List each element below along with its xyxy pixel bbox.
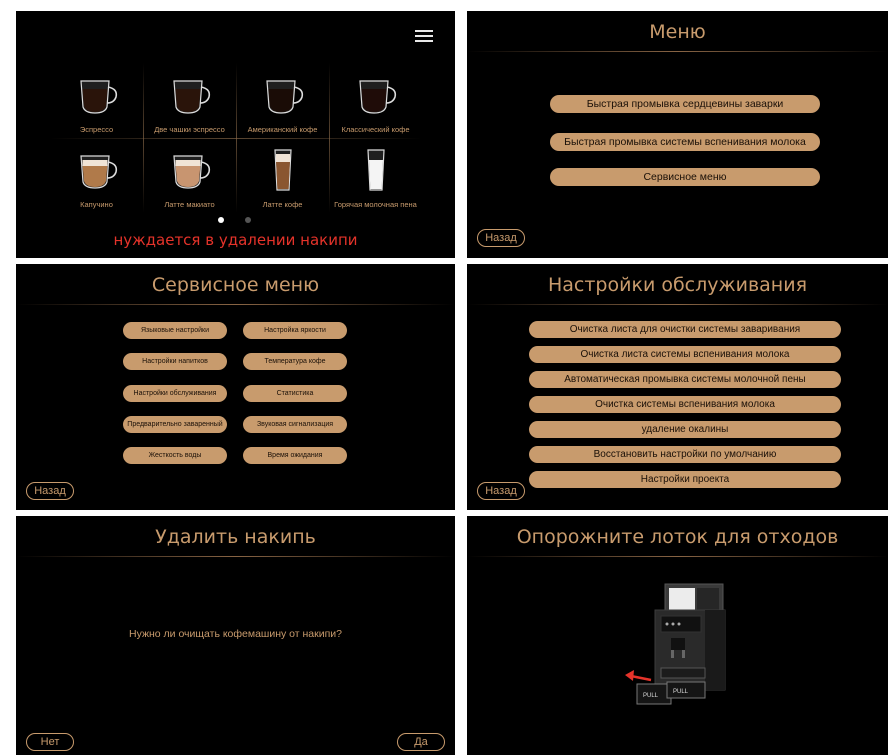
page-title: Опорожните лоток для отходов [516, 526, 839, 548]
drink-label: Латте макиато [164, 200, 215, 209]
cup-icon [172, 80, 210, 114]
no-button[interactable]: Нет [26, 733, 74, 751]
drink-tile[interactable]: Эспрессо [50, 63, 143, 138]
service-menu-item[interactable]: Настройки обслуживания [123, 385, 227, 402]
hamburger-icon[interactable] [415, 30, 433, 43]
maintenance-item[interactable]: Очистка листа системы вспенивания молока [529, 346, 841, 363]
menu-item-quick-rinse-brewer[interactable]: Быстрая промывка сердцевины заварки [550, 95, 820, 113]
title-divider [467, 556, 888, 557]
page-dot-active[interactable] [218, 217, 224, 223]
drink-label: Горячая молочная пена [334, 200, 417, 209]
descale-question: Нужно ли очищать кофемашину от накипи? [129, 628, 342, 640]
cup-icon [265, 80, 303, 114]
service-menu-item[interactable]: Статистика [243, 385, 347, 402]
service-menu-screen: Сервисное меню Языковые настройки Настрой… [16, 264, 455, 510]
title-divider [467, 304, 888, 305]
cup-icon [273, 149, 292, 191]
maintenance-item[interactable]: Автоматическая промывка системы молочной… [529, 371, 841, 388]
title-divider [467, 51, 888, 52]
maintenance-item[interactable]: Очистка системы вспенивания молока [529, 396, 841, 413]
service-menu-item[interactable]: Температура кофе [243, 353, 347, 370]
back-button[interactable]: Назад [477, 482, 525, 500]
service-menu-item[interactable]: Языковые настройки [123, 322, 227, 339]
page-indicator[interactable] [218, 217, 258, 223]
title-divider [16, 556, 455, 557]
cup-icon [358, 80, 396, 114]
empty-waste-tray-screen: Опорожните лоток для отходов PULL PULL [467, 516, 888, 755]
cup-icon [79, 80, 117, 114]
back-button[interactable]: Назад [477, 229, 525, 247]
yes-button[interactable]: Да [397, 733, 445, 751]
cup-icon [172, 155, 210, 189]
drink-tile[interactable]: Капучино [50, 138, 143, 213]
page-title: Меню [649, 21, 706, 43]
service-menu-item[interactable]: Настройки напитков [123, 353, 227, 370]
drink-label: Латте кофе [262, 200, 303, 209]
drink-tile[interactable]: Латте кофе [236, 138, 329, 213]
drink-label: Две чашки эспрессо [154, 125, 225, 134]
service-menu-item[interactable]: Время ожидания [243, 447, 347, 464]
drink-label: Классический кофе [341, 125, 410, 134]
drink-label: Эспрессо [79, 125, 114, 134]
back-button[interactable]: Назад [26, 482, 74, 500]
descale-screen: Удалить накипь Нужно ли очищать кофемаши… [16, 516, 455, 755]
page-title: Настройки обслуживания [547, 274, 808, 296]
maintenance-settings-screen: Настройки обслуживания Очистка листа для… [467, 264, 888, 510]
pull-label: PULL [643, 693, 659, 699]
drink-grid: Эспрессо Две чашки эспрессо Американский к… [50, 63, 422, 213]
drink-tile[interactable]: Латте макиато [143, 138, 236, 213]
menu-item-quick-rinse-milk[interactable]: Быстрая промывка системы вспенивания мол… [550, 133, 820, 151]
service-menu-item[interactable]: Жесткость воды [123, 447, 227, 464]
drink-label: Американский кофе [247, 125, 318, 134]
page-dot[interactable] [245, 217, 251, 223]
cup-icon [79, 155, 117, 189]
drink-tile[interactable]: Американский кофе [236, 63, 329, 138]
maintenance-item[interactable]: Настройки проекта [529, 471, 841, 488]
drink-tile[interactable]: Две чашки эспрессо [143, 63, 236, 138]
page-title: Удалить накипь [155, 526, 316, 548]
home-screen: Эспрессо Две чашки эспрессо Американский к… [16, 11, 455, 258]
maintenance-item[interactable]: Очистка листа для очистки системы завари… [529, 321, 841, 338]
pull-label: PULL [673, 689, 689, 695]
drink-tile[interactable]: Горячая молочная пена [329, 138, 422, 213]
drink-label: Капучино [80, 200, 113, 209]
menu-screen: Меню Быстрая промывка сердцевины заварки… [467, 11, 888, 258]
descale-warning: нуждается в удалении накипи [113, 231, 358, 249]
page-title: Сервисное меню [151, 274, 320, 296]
coffee-machine-illustration: PULL PULL [625, 583, 726, 705]
maintenance-item[interactable]: удаление окалины [529, 421, 841, 438]
maintenance-item[interactable]: Восстановить настройки по умолчанию [529, 446, 841, 463]
drink-tile[interactable]: Классический кофе [329, 63, 422, 138]
cup-icon [366, 149, 385, 191]
service-menu-item[interactable]: Предварительно заваренный [123, 416, 227, 433]
service-menu-item[interactable]: Настройка яркости [243, 322, 347, 339]
service-menu-item[interactable]: Звуковая сигнализация [243, 416, 347, 433]
menu-item-service-menu[interactable]: Сервисное меню [550, 168, 820, 186]
title-divider [16, 304, 455, 305]
